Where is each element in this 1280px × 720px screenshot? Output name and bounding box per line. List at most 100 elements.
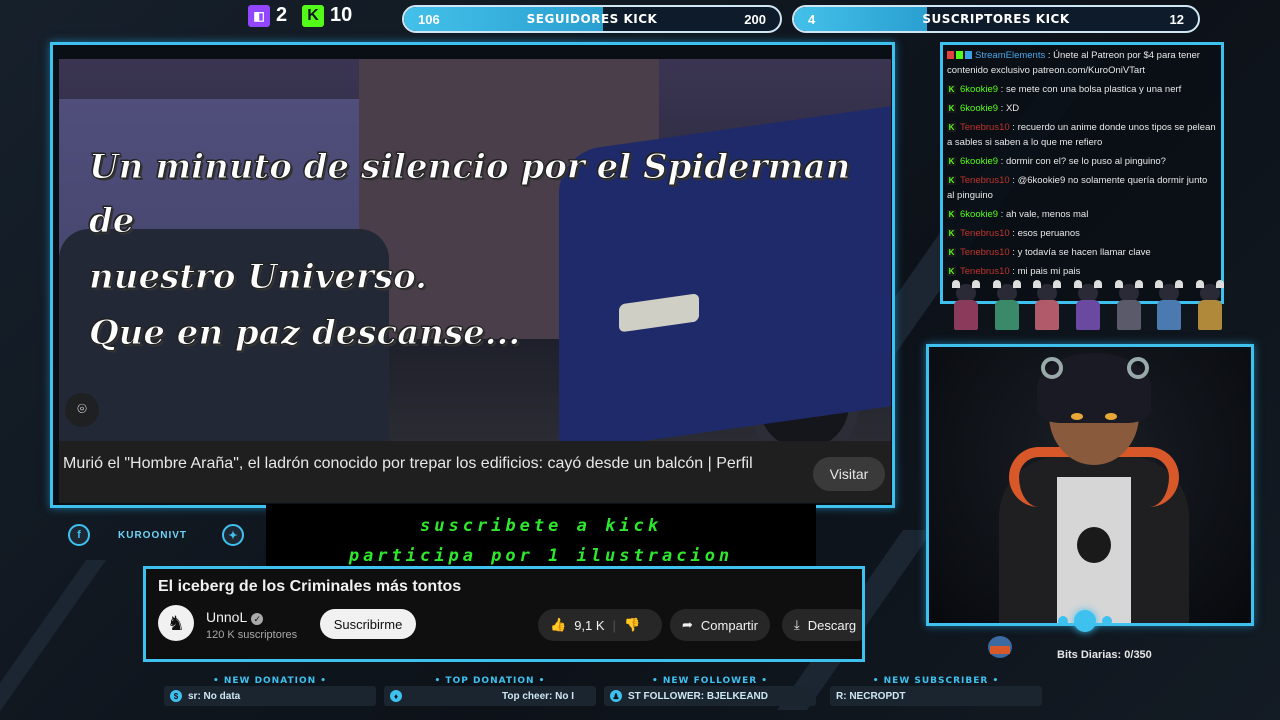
chibi-character	[1029, 280, 1065, 332]
chat-user[interactable]: StreamElements	[975, 50, 1045, 61]
like-dislike-group: 👍 9,1 K | 👎	[538, 609, 662, 641]
dislike-icon[interactable]: 👎	[624, 617, 640, 633]
share-button[interactable]: ➦ Compartir	[670, 609, 770, 641]
chat-message: StreamElements : Únete al Patreon por $4…	[947, 50, 1200, 76]
scene-headlight	[619, 293, 699, 333]
chat-text: XD	[1005, 103, 1020, 114]
twitch-counter: ◧ 2	[248, 4, 287, 27]
mascot-band	[990, 646, 1010, 654]
alert-new-subscriber-value: R: NECROPDT	[836, 690, 906, 702]
alert-top-donation: • TOP DONATION • ♦ Top cheer: No I	[384, 676, 596, 706]
youtube-info-frame: El iceberg de los Criminales más tontos …	[143, 566, 865, 662]
chat-user[interactable]: Tenebrus10	[960, 266, 1010, 277]
chat-message: K 6kookie9 : se mete con una bolsa plasti…	[947, 84, 1182, 95]
chat-message: K Tenebrus10 : y todavía se hacen llamar …	[947, 247, 1151, 258]
chibi-character	[1151, 280, 1187, 332]
verified-icon: ✓	[251, 613, 264, 625]
main-content-frame: Un minuto de silencio por el Spiderman d…	[50, 42, 895, 508]
alert-top-donation-value: Top cheer: No I	[502, 690, 575, 702]
chat-user[interactable]: 6kookie9	[960, 103, 998, 114]
download-button[interactable]: ⤓ Descarg	[782, 609, 862, 641]
alert-new-donation-value: sr: No data	[188, 690, 241, 702]
chat-user[interactable]: Tenebrus10	[960, 122, 1010, 133]
chat-text: ah vale, menos mal	[1005, 209, 1089, 220]
like-icon[interactable]: 👍	[550, 617, 566, 633]
facebook-icon: f	[68, 524, 90, 546]
overlay-line-1: Un minuto de silencio por el Spiderman	[88, 147, 851, 188]
subscribers-goal-title: SUSCRIPTORES KICK	[922, 12, 1070, 26]
news-image: Un minuto de silencio por el Spiderman d…	[59, 59, 891, 441]
kick-badge-icon: K	[947, 176, 956, 185]
kick-badge-icon: K	[947, 248, 956, 257]
chat-message: K Tenebrus10 : @6kookie9 no solamente que…	[947, 175, 1208, 201]
chat-text: se mete con una bolsa plastica y una ner…	[1005, 84, 1182, 95]
chat-user[interactable]: Tenebrus10	[960, 247, 1010, 258]
like-count[interactable]: 9,1 K	[574, 618, 604, 633]
avatar-shirt-logo	[1077, 527, 1111, 563]
overlay-line-4: Que en paz descanse...	[88, 313, 521, 354]
chibi-characters	[948, 280, 1228, 334]
avatar-eye	[1071, 413, 1083, 420]
chat-message: K 6kookie9 : XD	[947, 103, 1020, 114]
avatar-horn	[1041, 357, 1063, 379]
alert-new-follower: • NEW FOLLOWER • ♟ ST FOLLOWER: BJELKEAND	[604, 676, 816, 706]
social-twitter: ✦	[222, 524, 244, 546]
chat-user[interactable]: Tenebrus10	[960, 228, 1010, 239]
bg-stripe	[0, 560, 107, 720]
chibi-character	[1192, 280, 1228, 332]
chat-user[interactable]: 6kookie9	[960, 156, 998, 167]
channel-name-text: UnnoL	[206, 609, 248, 625]
visit-button[interactable]: Visitar	[813, 457, 885, 491]
facebook-handle: KUROONIVT	[118, 529, 187, 541]
stream-overlay: ◧ 2 K 10 106 SEGUIDORES KICK 200 4 SUSCR…	[0, 0, 1280, 720]
alert-top-donation-title: • TOP DONATION •	[434, 676, 546, 686]
download-label: Descarg	[807, 617, 857, 633]
chat-user[interactable]: 6kookie9	[960, 84, 998, 95]
twitch-count: 2	[276, 4, 288, 26]
alert-new-follower-value: ST FOLLOWER: BJELKEAND	[628, 690, 768, 702]
chat-text: esos peruanos	[1017, 228, 1080, 239]
subscribers-goal-bar: 4 SUSCRIPTORES KICK 12	[792, 5, 1200, 33]
bits-label: Bits Diarias:	[1057, 649, 1122, 661]
kick-badge-icon: K	[947, 157, 956, 166]
overlay-line-3: nuestro Universo.	[89, 257, 428, 298]
donation-icon: $	[170, 690, 182, 702]
avatar-horn	[1127, 357, 1149, 379]
followers-goal-title: SEGUIDORES KICK	[526, 12, 658, 26]
kick-badge-icon: K	[947, 267, 956, 276]
avatar-eye	[1105, 413, 1117, 420]
bits-counter: Bits Diarias: 0/350	[1057, 649, 1152, 661]
channel-avatar[interactable]: ♞	[158, 605, 194, 641]
subscribe-button[interactable]: Suscribirme	[320, 609, 416, 639]
social-facebook: f KUROONIVT	[68, 524, 187, 546]
vtuber-camera-frame	[926, 344, 1254, 626]
kick-badge-icon: K	[947, 229, 956, 238]
divider: |	[612, 617, 616, 633]
followers-goal-bar: 106 SEGUIDORES KICK 200	[402, 5, 782, 33]
chat-user[interactable]: Tenebrus10	[960, 175, 1010, 186]
alert-new-donation: • NEW DONATION • $ sr: No data	[164, 676, 376, 706]
followers-goal-target: 200	[744, 11, 766, 27]
banner-line-1: suscribete a kick	[420, 516, 662, 536]
download-icon: ⤓	[794, 617, 800, 632]
chat-message: K Tenebrus10 : recuerdo un anime donde un…	[947, 122, 1216, 148]
alert-new-follower-title: • NEW FOLLOWER •	[651, 676, 769, 686]
twitter-icon: ✦	[222, 524, 244, 546]
subscriber-count: 120 K suscriptores	[206, 629, 298, 641]
bits-mascot	[978, 632, 1020, 668]
chat-text: mi pais mi pais	[1017, 266, 1081, 277]
kick-count: 10	[330, 4, 353, 26]
follower-icon: ♟	[610, 690, 622, 702]
caption-text: Murió el "Hombre Araña", el ladrón conoc…	[63, 455, 753, 472]
channel-name[interactable]: UnnoL ✓	[206, 609, 264, 625]
alert-new-subscriber: • NEW SUBSCRIBER • R: NECROPDT	[830, 676, 1042, 706]
google-lens-icon[interactable]: ⌾	[65, 393, 99, 427]
camera-indicator-dots	[1058, 610, 1112, 632]
share-label: Compartir	[700, 617, 758, 633]
alert-new-subscriber-title: • NEW SUBSCRIBER •	[872, 676, 1000, 686]
kick-badge-icon: K	[947, 85, 956, 94]
chat-text: dormir con el? se lo puso al pinguino?	[1005, 156, 1166, 167]
subscribe-banner: suscribete a kick participa por 1 ilustr…	[266, 504, 816, 566]
chat-message: K Tenebrus10 : mi pais mi pais	[947, 266, 1081, 277]
chat-user[interactable]: 6kookie9	[960, 209, 998, 220]
